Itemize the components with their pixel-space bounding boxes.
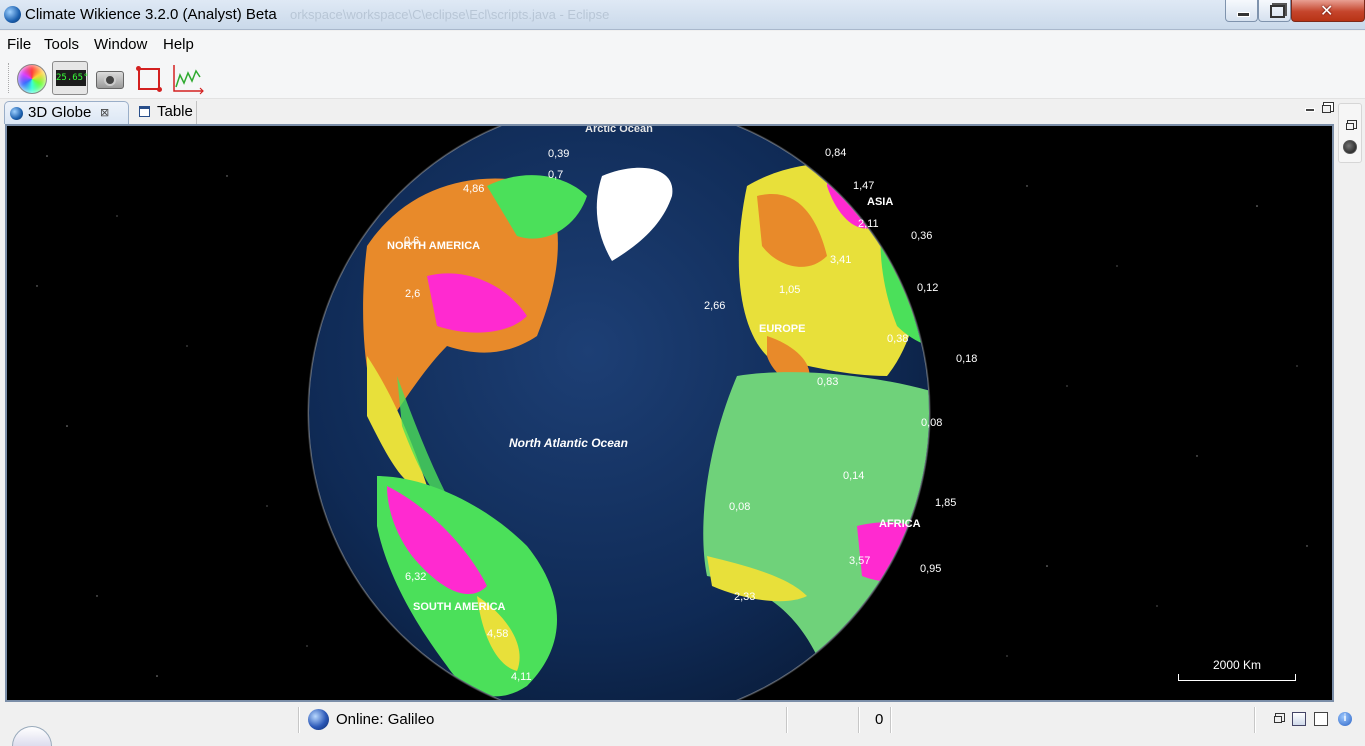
toolbar-grip[interactable] xyxy=(8,63,11,93)
value-label: 0,08 xyxy=(729,501,750,513)
ocean-label: Arctic Ocean xyxy=(585,126,653,135)
app-window: Climate Wikience 3.2.0 (Analyst) Beta or… xyxy=(0,0,1365,746)
restore-button[interactable] xyxy=(1258,0,1291,22)
value-label: 0,38 xyxy=(887,333,908,345)
value-label: 1,05 xyxy=(779,284,800,296)
value-label: 1,85 xyxy=(935,497,956,509)
trim-restore-button[interactable] xyxy=(1345,120,1356,130)
value-label: 0,84 xyxy=(825,147,846,159)
value-label: 2,11 xyxy=(858,218,879,230)
right-trim-stack xyxy=(1338,103,1362,163)
menu-tools[interactable]: Tools xyxy=(44,36,79,53)
value-label: 2,66 xyxy=(704,300,725,312)
window-title: Climate Wikience 3.2.0 (Analyst) Beta xyxy=(25,6,277,23)
chart-button[interactable] xyxy=(170,61,206,95)
view-tab-strip: 3D Globe ⊠ Table xyxy=(4,101,1334,124)
status-bar: Online: Galileo 0 i xyxy=(0,704,1365,746)
value-label: 0,36 xyxy=(911,230,932,242)
value-label: 0,12 xyxy=(917,282,938,294)
menu-bar: File Tools Window Help xyxy=(0,31,1365,57)
scale-bar-label: 2000 Km xyxy=(1213,658,1262,672)
color-wheel-icon xyxy=(17,64,47,94)
title-bar[interactable]: Climate Wikience 3.2.0 (Analyst) Beta or… xyxy=(0,0,1365,30)
region-label: SOUTH AMERICA xyxy=(413,601,506,613)
tab-table[interactable]: Table xyxy=(131,101,197,124)
value-label: 0,6 xyxy=(404,235,419,247)
value-label: 2,6 xyxy=(405,288,420,300)
status-separator xyxy=(858,707,860,733)
camera-lens xyxy=(104,74,116,86)
table-icon xyxy=(139,106,150,117)
menu-help[interactable]: Help xyxy=(163,36,194,53)
menu-window[interactable]: Window xyxy=(94,36,147,53)
color-wheel-button[interactable] xyxy=(14,61,50,95)
tree-view-icon[interactable] xyxy=(1292,712,1306,726)
close-button[interactable] xyxy=(1291,0,1365,22)
rectangle-select-icon xyxy=(138,68,160,90)
menu-file[interactable]: File xyxy=(7,36,31,53)
globe-app-icon xyxy=(4,6,21,23)
tab-3d-globe[interactable]: 3D Globe ⊠ xyxy=(4,101,129,124)
globe-viewport[interactable]: Arctic Ocean North Atlantic Ocean NORTH … xyxy=(5,124,1334,702)
close-icon[interactable]: ⊠ xyxy=(100,102,109,124)
status-separator xyxy=(786,707,788,733)
status-separator xyxy=(890,707,892,733)
value-label: 6,32 xyxy=(405,571,426,583)
tab-table-label: Table xyxy=(157,103,193,120)
start-orb-fragment xyxy=(12,726,52,746)
select-region-button[interactable] xyxy=(132,61,168,95)
toolbar: 25.65° xyxy=(0,57,1365,99)
value-label: 0,39 xyxy=(548,148,569,160)
value-label: 4,58 xyxy=(487,628,508,640)
value-label: 0,44 xyxy=(597,205,618,217)
view-maximize-button[interactable] xyxy=(1320,103,1332,115)
region-label: AFRICA xyxy=(879,518,921,530)
value-label: 0,18 xyxy=(956,353,977,365)
value-label: 0,95 xyxy=(920,563,941,575)
value-label: 0,83 xyxy=(817,376,838,388)
temperature-button[interactable]: 25.65° xyxy=(52,61,89,95)
screenshot-button[interactable] xyxy=(92,61,128,95)
globe-icon xyxy=(10,107,23,120)
minimize-button[interactable] xyxy=(1225,0,1258,22)
restore-icon[interactable] xyxy=(1272,712,1286,726)
tab-3d-globe-label: 3D Globe xyxy=(28,104,92,121)
window-title-ghost: orkspace\workspace\C\eclipse\Ecl\scripts… xyxy=(290,7,610,22)
region-label: ASIA xyxy=(867,196,893,208)
tasks-icon[interactable] xyxy=(1314,712,1328,726)
region-label: NORTH AMERICA xyxy=(387,240,480,252)
status-count: 0 xyxy=(875,711,884,728)
value-label: 1,47 xyxy=(853,180,874,192)
rect-corner-dot xyxy=(157,87,162,92)
value-label: 0,7 xyxy=(548,169,563,181)
view-minimize-button[interactable] xyxy=(1304,103,1316,115)
value-label: 4,86 xyxy=(463,183,484,195)
chart-icon xyxy=(173,65,204,95)
value-label: 3,57 xyxy=(849,555,870,567)
value-label: 2,33 xyxy=(734,591,755,603)
value-label: 0,08 xyxy=(921,417,942,429)
status-separator xyxy=(1254,707,1256,733)
status-separator xyxy=(298,707,300,733)
value-label: 0,14 xyxy=(843,470,864,482)
value-label: 3,41 xyxy=(830,254,851,266)
online-globe-icon xyxy=(308,709,329,730)
rect-corner-dot xyxy=(136,66,141,71)
globe-canvas[interactable]: Arctic Ocean North Atlantic Ocean NORTH … xyxy=(7,126,1334,702)
region-label: EUROPE xyxy=(759,323,805,335)
info-icon[interactable]: i xyxy=(1338,712,1352,726)
ocean-label: North Atlantic Ocean xyxy=(509,436,628,450)
compass-icon[interactable] xyxy=(1343,140,1357,154)
temperature-readout: 25.65° xyxy=(56,70,89,86)
scale-bar xyxy=(1178,674,1296,681)
connection-status: Online: Galileo xyxy=(336,711,435,728)
value-label: 4,11 xyxy=(511,671,532,683)
